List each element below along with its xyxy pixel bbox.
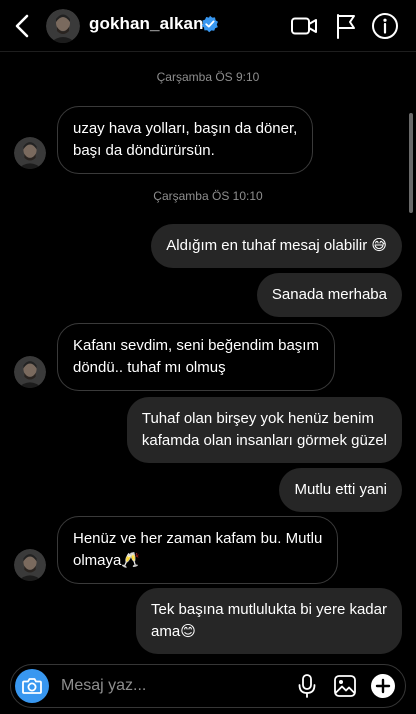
message-line: kafamda olan insanları görmek güzel — [141, 432, 387, 449]
camera-icon — [22, 678, 42, 694]
message-line: Aldığım en tuhaf mesaj olabilir 😅 — [166, 237, 387, 254]
message-line: başı da döndürürsün. — [73, 142, 215, 159]
sent-message[interactable]: Mutlu etti yani — [279, 468, 402, 512]
sent-message[interactable]: Tuhaf olan birşey yok henüz benim kafamd… — [126, 397, 402, 463]
gallery-icon[interactable] — [331, 672, 359, 700]
message-line: Sanada merhaba — [271, 286, 387, 303]
received-message[interactable]: Henüz ve her zaman kafam bu. Mutlu olmay… — [57, 516, 339, 584]
info-icon[interactable] — [370, 11, 400, 41]
timestamp: Çarşamba ÖS 9:10 — [156, 70, 260, 84]
video-camera-icon[interactable] — [289, 11, 319, 41]
received-message[interactable]: Kafanı sevdim, seni beğendim başım döndü… — [57, 323, 335, 391]
message-line: olmaya🥂 — [73, 552, 141, 569]
add-icon[interactable] — [369, 672, 397, 700]
back-arrow-icon[interactable] — [10, 11, 36, 41]
message-line: Kafanı sevdim, seni beğendim başım — [73, 337, 319, 354]
message-composer[interactable]: Mesaj yaz... — [10, 664, 406, 708]
received-message[interactable]: uzay hava yolları, başın da döner, başı … — [57, 106, 314, 174]
message-line: ama😊 — [151, 623, 196, 640]
message-input[interactable]: Mesaj yaz... — [61, 677, 146, 695]
camera-button[interactable] — [15, 669, 49, 703]
avatar[interactable] — [46, 9, 80, 43]
chat-header: gokhan_alkan — [0, 0, 416, 52]
message-line: uzay hava yolları, başın da döner, — [73, 120, 298, 137]
message-line: döndü.. tuhaf mı olmuş — [73, 359, 226, 376]
avatar[interactable] — [14, 137, 46, 169]
sent-message[interactable]: Aldığım en tuhaf mesaj olabilir 😅 — [151, 224, 402, 268]
message-line: Mutlu etti yani — [294, 481, 387, 498]
timestamp: Çarşamba ÖS 10:10 — [153, 189, 263, 203]
sent-message[interactable]: Tek başına mutlulukta bi yere kadar ama😊 — [136, 588, 402, 654]
message-line: Henüz ve her zaman kafam bu. Mutlu — [73, 530, 323, 547]
message-line: Tek başına mutlulukta bi yere kadar — [151, 601, 387, 618]
verified-badge-icon — [201, 15, 218, 33]
flag-icon[interactable] — [331, 11, 361, 41]
message-line: Tuhaf olan birşey yok henüz benim — [141, 410, 374, 427]
avatar[interactable] — [14, 356, 46, 388]
sent-message[interactable]: Sanada merhaba — [256, 273, 402, 317]
username[interactable]: gokhan_alkan — [89, 14, 204, 34]
avatar[interactable] — [14, 549, 46, 581]
microphone-icon[interactable] — [293, 672, 321, 700]
message-thread[interactable]: Çarşamba ÖS 9:10 uzay hava yolları, başı… — [0, 53, 416, 661]
